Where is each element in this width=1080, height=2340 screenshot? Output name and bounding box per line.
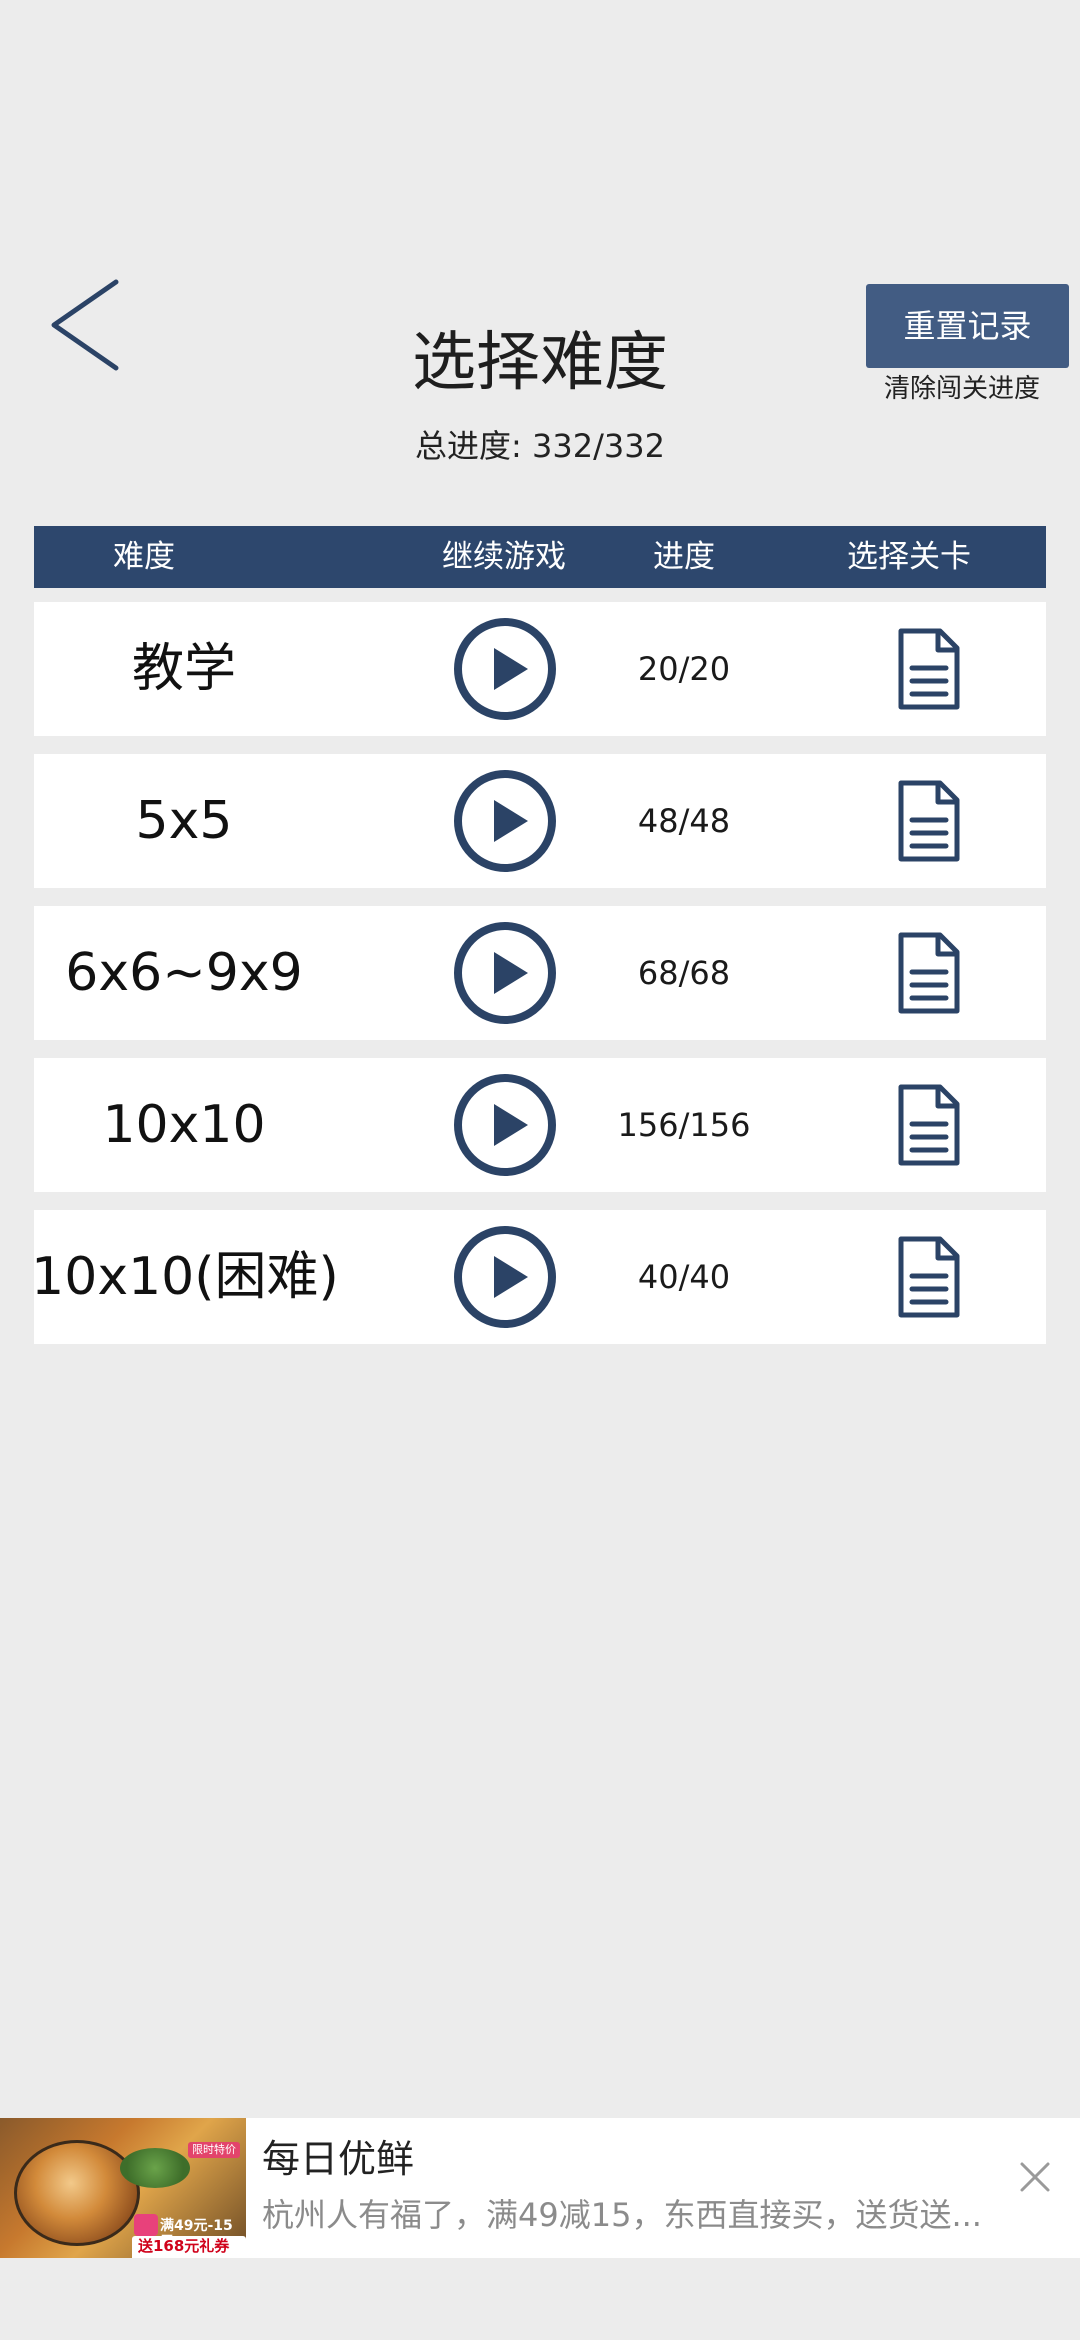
garnish-image [120,2148,190,2188]
ad-title: 每日优鲜 [262,2137,415,2181]
reset-caption: 清除闯关进度 [883,374,1040,404]
ad-image-badge: 限时特价 [188,2142,240,2158]
table-header: 难度 继续游戏 进度 选择关卡 [34,526,1046,588]
document-icon [898,628,960,710]
level-row-tutorial: 教学 20/20 [34,602,1046,736]
document-icon [898,1084,960,1166]
ad-close-button[interactable] [1018,2160,1052,2194]
level-progress: 20/20 [637,650,731,688]
select-level-button[interactable] [896,778,962,864]
continue-game-button[interactable] [452,616,558,722]
play-circle-icon [454,1074,556,1176]
column-header-progress: 进度 [653,539,715,575]
level-row-6x6-9x9: 6x6~9x9 68/68 [34,906,1046,1040]
continue-game-button[interactable] [452,1224,558,1330]
column-header-difficulty: 难度 [113,539,175,575]
document-icon [898,1236,960,1318]
select-level-button[interactable] [896,626,962,712]
level-row-10x10: 10x10 156/156 [34,1058,1046,1192]
level-progress: 48/48 [637,802,731,840]
select-level-button[interactable] [896,1082,962,1168]
level-progress: 156/156 [617,1106,751,1144]
shopping-bag-icon [134,2214,158,2236]
level-name: 5x5 [135,791,233,851]
document-icon [898,932,960,1014]
play-circle-icon [454,770,556,872]
close-icon [1020,2162,1050,2192]
ad-description: 杭州人有福了，满49减15，东西直接买，送货送... [262,2196,982,2234]
level-progress: 68/68 [637,954,731,992]
ad-image[interactable]: 限时特价 满49元-15元 送168元礼券包 [0,2118,246,2258]
level-row-5x5: 5x5 48/48 [34,754,1046,888]
level-progress: 40/40 [637,1258,731,1296]
level-name: 6x6~9x9 [65,943,303,1003]
continue-game-button[interactable] [452,1072,558,1178]
document-icon [898,780,960,862]
ad-banner[interactable]: 限时特价 满49元-15元 送168元礼券包 每日优鲜 杭州人有福了，满49减1… [0,2118,1080,2258]
food-plate-image [14,2140,140,2246]
continue-game-button[interactable] [452,920,558,1026]
column-header-select-level: 选择关卡 [847,539,971,575]
continue-game-button[interactable] [452,768,558,874]
total-progress: 总进度: 332/332 [415,427,665,465]
level-row-10x10-hard: 10x10(困难) 40/40 [31,1210,1046,1344]
reset-record-button[interactable]: 重置记录 [866,284,1069,368]
level-name: 10x10 [102,1095,266,1155]
select-level-button[interactable] [896,930,962,1016]
ad-image-promo-coupon: 送168元礼券包 [132,2236,246,2258]
play-circle-icon [454,922,556,1024]
select-level-button[interactable] [896,1234,962,1320]
level-name: 10x10(困难) [31,1247,339,1307]
play-circle-icon [454,618,556,720]
level-name: 教学 [131,639,236,699]
play-circle-icon [454,1226,556,1328]
